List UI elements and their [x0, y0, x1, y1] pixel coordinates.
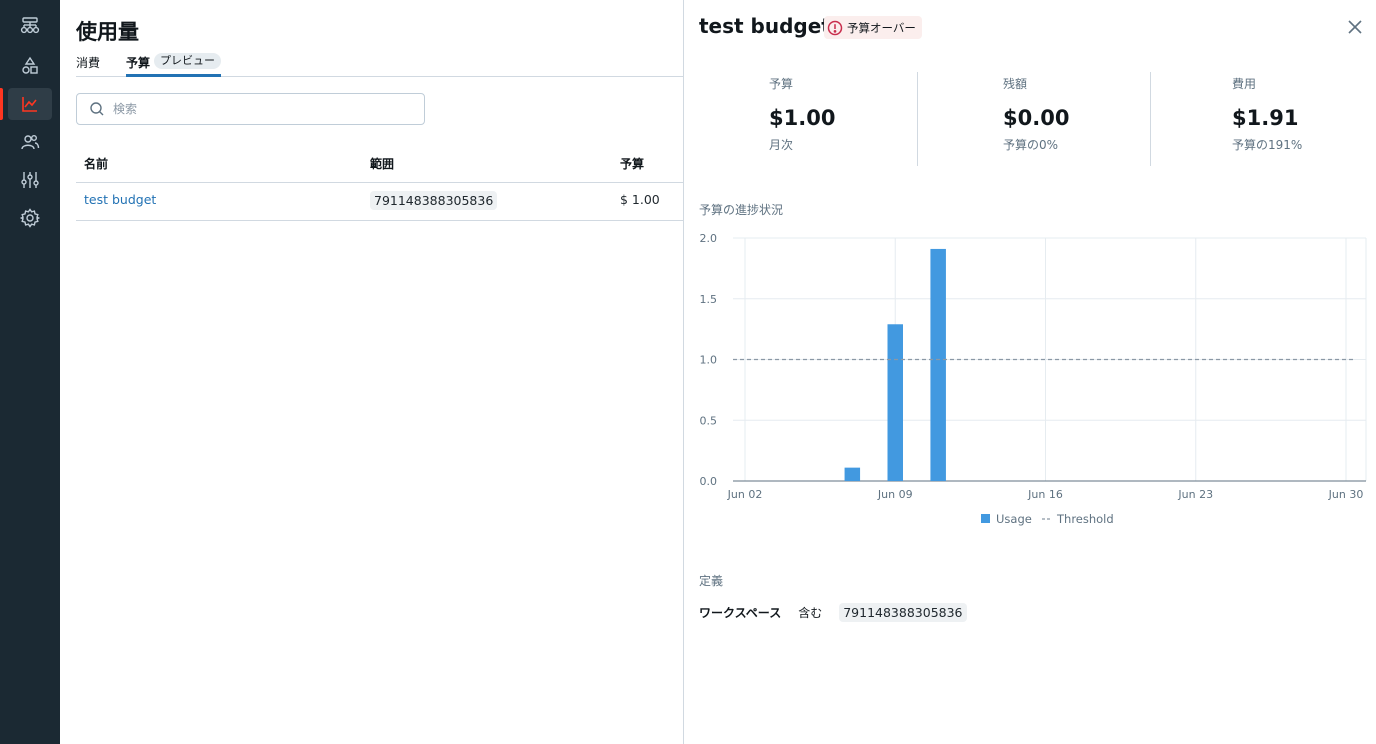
- y-tick-label: 0.0: [700, 475, 718, 488]
- usage-bar: [930, 248, 946, 481]
- usage-bar: [887, 324, 903, 481]
- catalog-icon: [22, 56, 38, 74]
- stat-remaining: 残額 $0.00 予算の0%: [917, 72, 1150, 166]
- stat-value: $0.00: [1003, 106, 1070, 130]
- legend-threshold-label: Threshold: [1056, 512, 1114, 526]
- stat-cost: 費用 $1.91 予算の191%: [1150, 72, 1376, 166]
- stat-label: 費用: [1232, 77, 1257, 91]
- rail-catalog[interactable]: [8, 50, 52, 82]
- gear-icon: [20, 208, 40, 228]
- stat-label: 予算: [769, 77, 794, 91]
- definition-section-label: 定義: [699, 574, 724, 588]
- x-tick-label: Jun 02: [727, 488, 763, 501]
- alert-circle-icon: [827, 20, 843, 35]
- y-tick-label: 1.0: [700, 354, 718, 367]
- stat-label: 残額: [1003, 77, 1028, 91]
- stat-sub: 月次: [769, 138, 794, 152]
- budget-detail-panel: test budget 予算オーバー 予算 $1.00 月次 残額 $0.00 …: [684, 0, 1376, 744]
- tab-consume[interactable]: 消費: [76, 54, 100, 76]
- definition-operator: 含む: [798, 606, 823, 620]
- close-icon[interactable]: [1346, 18, 1364, 36]
- y-tick-label: 2.0: [700, 232, 718, 245]
- rail-usage[interactable]: [0, 88, 52, 120]
- x-tick-label: Jun 09: [877, 488, 913, 501]
- stat-sub: 予算の191%: [1232, 138, 1303, 152]
- preview-badge: プレビュー: [154, 53, 222, 69]
- header-name[interactable]: 名前: [84, 155, 108, 172]
- header-budget[interactable]: 予算: [620, 155, 644, 172]
- budget-amount: $ 1.00: [620, 192, 660, 207]
- rail-workflows[interactable]: [8, 10, 52, 42]
- stat-sub: 予算の0%: [1003, 138, 1059, 152]
- budget-table: 名前 範囲 予算 test budget 791148388305836 $ 1…: [76, 145, 683, 221]
- usage-chart-icon: [22, 97, 37, 112]
- usage-main-panel: 使用量 消費 予算 プレビュー 名前 範囲 予算 test budget 791…: [60, 0, 683, 744]
- definition-key: ワークスペース: [699, 606, 782, 620]
- scope-tag: 791148388305836: [370, 191, 498, 210]
- table-row[interactable]: test budget 791148388305836 $ 1.00: [76, 183, 683, 221]
- search-icon: [90, 102, 104, 116]
- tab-budget-label: 予算: [126, 56, 151, 70]
- rail-sliders[interactable]: [8, 164, 52, 196]
- search-box[interactable]: [76, 93, 425, 125]
- header-scope[interactable]: 範囲: [370, 155, 394, 172]
- over-budget-badge: 予算オーバー: [824, 16, 922, 39]
- definition-row: ワークスペース 含む 791148388305836: [699, 603, 967, 622]
- tab-bar: 消費 予算 プレビュー: [76, 52, 683, 77]
- over-budget-label: 予算オーバー: [847, 20, 916, 35]
- budget-progress-chart: 0.0 0.5 1.0 1.5 2.0 Jun 02 Jun 09 Jun 16 Jun 23 J…: [700, 232, 1367, 526]
- detail-title: test budget: [699, 14, 831, 38]
- definition-value-tag: 791148388305836: [839, 603, 967, 622]
- rail-users[interactable]: [8, 126, 52, 158]
- table-header: 名前 範囲 予算: [76, 145, 683, 183]
- progress-section-label: 予算の進捗状況: [699, 203, 784, 217]
- x-tick-label: Jun 16: [1027, 488, 1063, 501]
- y-tick-label: 0.5: [700, 414, 718, 427]
- users-icon: [21, 135, 40, 150]
- sliders-icon: [21, 172, 39, 188]
- left-rail: [0, 0, 60, 744]
- x-tick-label: Jun 23: [1177, 488, 1213, 501]
- page-title: 使用量: [76, 20, 139, 44]
- y-tick-label: 1.5: [700, 293, 718, 306]
- budget-name-link[interactable]: test budget: [84, 192, 156, 207]
- rail-settings[interactable]: [8, 202, 52, 234]
- stat-value: $1.91: [1232, 106, 1299, 130]
- x-tick-label: Jun 30: [1328, 488, 1364, 501]
- search-input[interactable]: [113, 102, 403, 116]
- workflows-icon: [20, 17, 40, 34]
- legend-usage-swatch: [981, 514, 990, 523]
- usage-bar: [844, 467, 861, 481]
- stat-budget: 予算 $1.00 月次: [684, 72, 917, 166]
- legend-usage-label: Usage: [996, 512, 1032, 526]
- stat-value: $1.00: [769, 106, 836, 130]
- tab-budget[interactable]: 予算 プレビュー: [126, 53, 222, 77]
